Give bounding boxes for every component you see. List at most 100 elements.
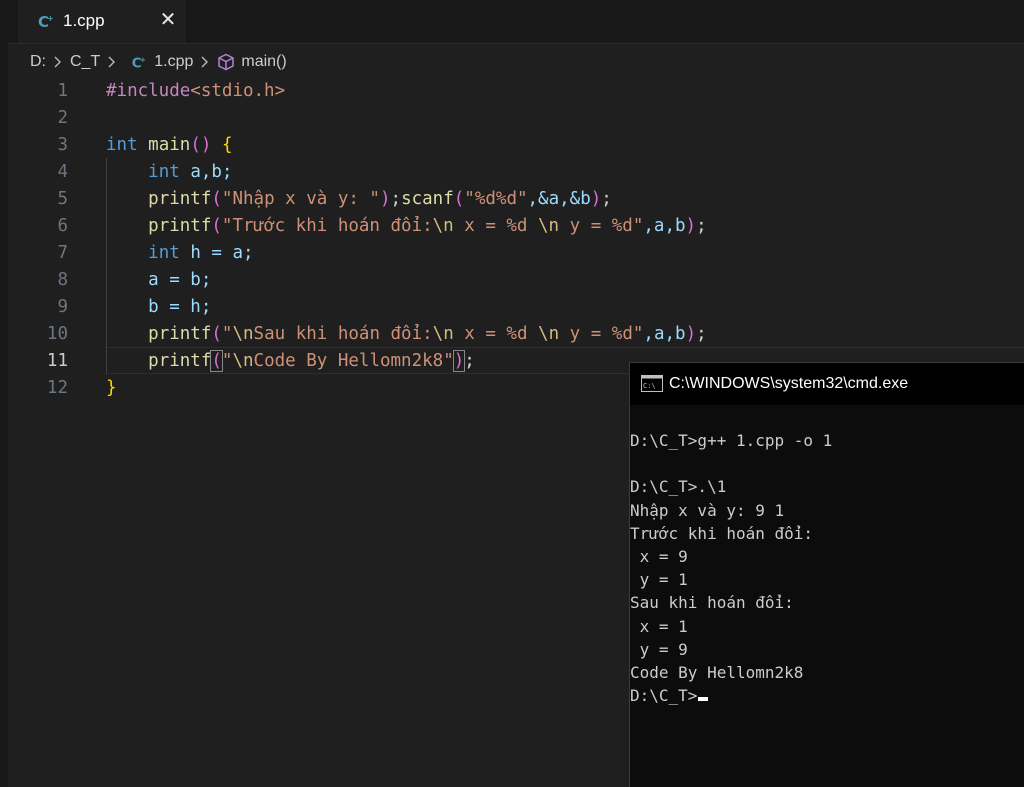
chevron-right-icon [108, 56, 116, 68]
code-line[interactable]: 9 b = h; [0, 293, 1024, 320]
code-text: printf("\nSau khi hoán đổi:\n x = %d \n … [148, 324, 707, 344]
statement-token: b = h; [148, 297, 212, 317]
code-line[interactable]: 8 a = b; [0, 266, 1024, 293]
vscode-window: C + 1.cpp ✕ D: C_T C + 1.cpp main() 1 #i… [0, 0, 1024, 787]
escape-token: \n [232, 324, 254, 344]
code-text: printf("Nhập x và y: ");scanf("%d%d",&a,… [148, 189, 612, 209]
cmd-output[interactable]: D:\C_T>g++ 1.cpp -o 1 D:\C_T>.\1 Nhập x … [630, 429, 1024, 707]
code-line[interactable]: 5 printf("Nhập x và y: ");scanf("%d%d",&… [0, 185, 1024, 212]
breadcrumb-folder[interactable]: C_T [70, 53, 100, 71]
cmd-prompt: D:\C_T> [630, 686, 698, 706]
code-line[interactable]: 1 #include<stdio.h> [0, 77, 1024, 104]
chevron-right-icon [54, 56, 61, 68]
escape-token: \n [538, 324, 560, 344]
cmd-output-line: D:\C_T>.\1 [630, 477, 727, 497]
code-text: int h = a; [106, 241, 254, 265]
variables-token: a,b; [190, 162, 233, 182]
cmd-output-line: y = 1 [630, 570, 688, 590]
line-number: 1 [57, 81, 68, 101]
string-token: Code By Hellomn2k8" [253, 351, 454, 371]
breadcrumb-file[interactable]: 1.cpp [154, 53, 193, 71]
escape-token: \n [432, 324, 454, 344]
string-token: y = %d" [559, 216, 644, 236]
include-path-token: <stdio.h> [190, 81, 286, 101]
string-token: " [221, 324, 233, 344]
line-number: 2 [57, 108, 68, 128]
line-number: 4 [57, 162, 68, 182]
breadcrumb-symbol[interactable]: main() [241, 53, 286, 71]
escape-token: \n [232, 351, 254, 371]
cpp-file-icon: C + [38, 13, 54, 31]
cmd-output-line: Sau khi hoán đổi: [630, 593, 794, 613]
line-number: 12 [46, 378, 68, 398]
tab-label: 1.cpp [63, 11, 105, 30]
preprocessor-token: #include [106, 81, 191, 101]
cmd-titlebar[interactable]: C:\ C:\WINDOWS\system32\cmd.exe [630, 363, 1024, 405]
escape-token: \n [538, 216, 560, 236]
cmd-prompt-line[interactable]: D:\C_T> [630, 684, 1024, 707]
string-token: "Nhập x và y: " [221, 189, 380, 209]
statement-token: h = a; [190, 243, 254, 263]
code-line[interactable]: 6 printf("Trước khi hoán đổi:\n x = %d \… [0, 212, 1024, 239]
args-token: ,&a,&b [527, 189, 591, 209]
svg-text:+: + [47, 14, 54, 23]
code-line[interactable]: 2 [0, 104, 1024, 131]
cmd-output-line [630, 452, 1024, 475]
text-cursor [698, 697, 709, 702]
cmd-window[interactable]: C:\ C:\WINDOWS\system32\cmd.exe D:\C_T>g… [629, 362, 1024, 787]
cpp-file-icon: C + [132, 55, 146, 71]
tab-bar: C + 1.cpp ✕ [8, 0, 1024, 44]
type-token: int [148, 162, 180, 182]
breadcrumb: D: C_T C + 1.cpp main() [30, 50, 287, 74]
code-text: int main() { [106, 135, 233, 155]
code-text: printf("Trước khi hoán đổi:\n x = %d \n … [148, 216, 707, 236]
string-token: Sau khi hoán đổi: [253, 324, 433, 344]
line-number: 7 [57, 243, 68, 263]
close-icon[interactable]: ✕ [158, 9, 178, 31]
code-line[interactable]: 4 int a,b; [0, 158, 1024, 185]
function-token: main [148, 135, 191, 155]
escape-token: \n [432, 216, 454, 236]
svg-text:C:\: C:\ [643, 382, 656, 390]
cmd-output-line: D:\C_T>g++ 1.cpp -o 1 [630, 431, 833, 450]
function-token: printf [148, 216, 212, 236]
string-token: x = %d [453, 324, 539, 344]
args-token: ,a,b [643, 324, 686, 344]
chevron-right-icon [201, 56, 209, 68]
string-token: y = %d" [559, 324, 644, 344]
function-token: scanf [401, 189, 454, 209]
cmd-console-icon: C:\ [641, 375, 663, 392]
tab-1-cpp[interactable]: C + 1.cpp ✕ [18, 0, 186, 43]
svg-text:+: + [140, 55, 146, 64]
args-token: ,a,b [643, 216, 686, 236]
line-number: 11 [46, 351, 68, 371]
line-number: 5 [57, 189, 68, 209]
code-line[interactable]: 7 int h = a; [0, 239, 1024, 266]
code-text: a = b; [106, 268, 211, 292]
function-token: printf [148, 351, 212, 371]
code-text: b = h; [106, 295, 211, 319]
line-number: 8 [57, 270, 68, 290]
cube-symbol-icon [218, 53, 235, 71]
cmd-output-line: Trước khi hoán đổi: [630, 523, 814, 543]
type-token: int [148, 243, 180, 263]
cmd-output-line: x = 1 [630, 616, 688, 636]
cmd-output-line: y = 9 [630, 639, 688, 659]
code-text: } [106, 378, 117, 398]
function-token: printf [148, 189, 212, 209]
cmd-output-line: x = 9 [630, 546, 688, 566]
code-text: #include<stdio.h> [106, 79, 285, 103]
breadcrumb-drive[interactable]: D: [30, 53, 46, 71]
function-token: printf [148, 324, 212, 344]
line-number: 6 [57, 216, 68, 236]
statement-token: a = b; [148, 270, 212, 290]
type-token: int [106, 135, 138, 155]
line-number: 10 [46, 324, 68, 344]
line-number: 9 [57, 297, 68, 317]
string-token: "%d%d" [464, 189, 528, 209]
code-line[interactable]: 3 int main() { [0, 131, 1024, 158]
string-token: x = %d [453, 216, 539, 236]
cmd-title: C:\WINDOWS\system32\cmd.exe [669, 375, 909, 392]
code-line[interactable]: 10 printf("\nSau khi hoán đổi:\n x = %d … [0, 320, 1024, 347]
code-text: printf("\nCode By Hellomn2k8"); [148, 350, 475, 372]
